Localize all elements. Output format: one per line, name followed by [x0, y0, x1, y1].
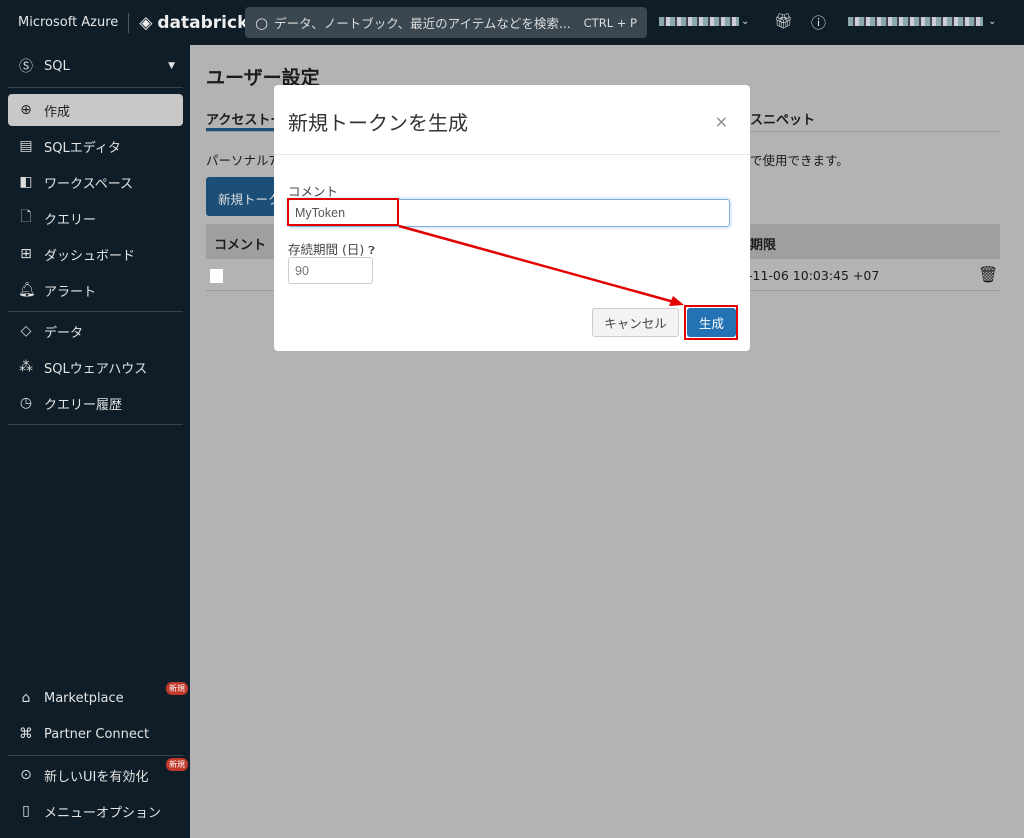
annotation-arrow	[398, 224, 684, 306]
